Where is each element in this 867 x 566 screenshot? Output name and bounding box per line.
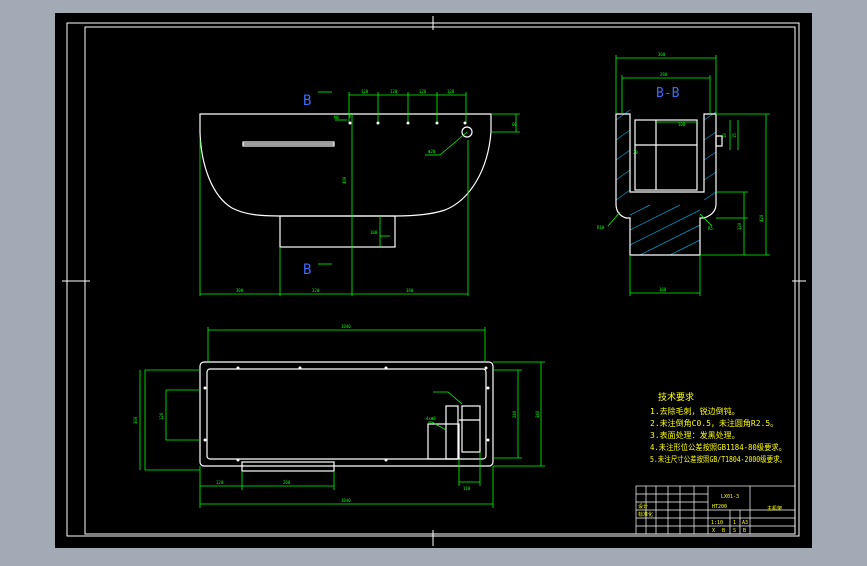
- dim-plan-bottom-left: 120: [216, 480, 224, 485]
- ratio-cell-2: 1: [733, 520, 736, 526]
- sheet-background: [55, 13, 812, 548]
- dim-base-right: 120: [737, 222, 742, 230]
- section-mark-bottom: B: [303, 262, 311, 278]
- note-item-4: 4.未注形位公差按照GB1184-80级要求。: [650, 442, 786, 452]
- dim-pitch-3: 120: [419, 89, 427, 94]
- dim-port-1: 10: [722, 133, 727, 138]
- dim-right-inner: 240: [512, 410, 517, 418]
- dim-fillet: R10: [597, 225, 605, 230]
- dim-plan-callout: 4xΦ8: [426, 416, 436, 421]
- note-item-2: 2.未注倒角C0.5，未注圆角R2.5。: [650, 418, 778, 428]
- dim-inner-width: 280: [660, 72, 668, 77]
- note-item-3: 3.表面处理：发黑处理。: [650, 430, 740, 440]
- drawing-number: LX01-3: [721, 494, 739, 500]
- designer-label: 设计: [638, 503, 648, 510]
- dim-overall-width: 300: [133, 416, 138, 424]
- dim-left-width: 120: [159, 412, 164, 420]
- dim-plan-bottom-overall: 1040: [341, 498, 351, 503]
- dim-height-right: 420: [759, 214, 764, 222]
- dim-plan-bottom-mid: 260: [283, 480, 291, 485]
- dim-hole-callout: Φ20: [428, 149, 436, 154]
- dim-plan-bottom-right: 110: [463, 486, 471, 491]
- drawing-canvas: B B 120 120 120 120 M8 60 Φ20 400 100 30…: [55, 13, 812, 548]
- dim-neck: 100: [370, 230, 378, 235]
- dim-bottom-right: 380: [406, 288, 414, 293]
- note-item-5: 5.未注尺寸公差按照GB/T1804-2000级要求。: [650, 454, 786, 464]
- dim-port-2: 15: [732, 133, 737, 138]
- dim-right-height: 340: [535, 410, 540, 418]
- dim-slot: 100: [678, 122, 686, 127]
- dim-overall-length: 1040: [341, 324, 351, 329]
- dim-bottom-left: 300: [236, 288, 244, 293]
- standard-label: 标准化: [638, 511, 653, 518]
- part-name: 主机架: [767, 505, 782, 512]
- dim-base-width: 160: [659, 287, 667, 292]
- dim-pitch-1: 120: [361, 89, 369, 94]
- dim-chamfer: R5: [708, 226, 713, 231]
- material-label: HT200: [712, 504, 727, 510]
- dim-right-tab: 60: [512, 122, 517, 127]
- dim-pitch-4: 120: [447, 89, 455, 94]
- dim-wall: 20: [633, 150, 638, 155]
- dim-height: 400: [342, 176, 347, 184]
- section-label: B-B: [656, 86, 680, 101]
- ratio-cell-3: A3: [742, 520, 748, 526]
- cad-drawing-window: B B 120 120 120 120 M8 60 Φ20 400 100 30…: [0, 0, 867, 562]
- dim-bottom-mid: 320: [312, 288, 320, 293]
- note-item-1: 1.去除毛刺，锐边倒钝。: [650, 406, 740, 416]
- dim-top-width: 300: [658, 52, 666, 57]
- dim-left-flange: M8: [334, 115, 339, 120]
- dim-pitch-2: 120: [390, 89, 398, 94]
- notes-title: 技术要求: [658, 391, 694, 403]
- bottom-row-3: S: [733, 528, 736, 534]
- bottom-row-2: B: [722, 528, 725, 534]
- bottom-row-4: B: [743, 528, 746, 534]
- ratio-cell-1: 1:10: [711, 520, 723, 526]
- section-mark-top: B: [303, 93, 311, 109]
- bottom-row-1: X: [712, 528, 715, 534]
